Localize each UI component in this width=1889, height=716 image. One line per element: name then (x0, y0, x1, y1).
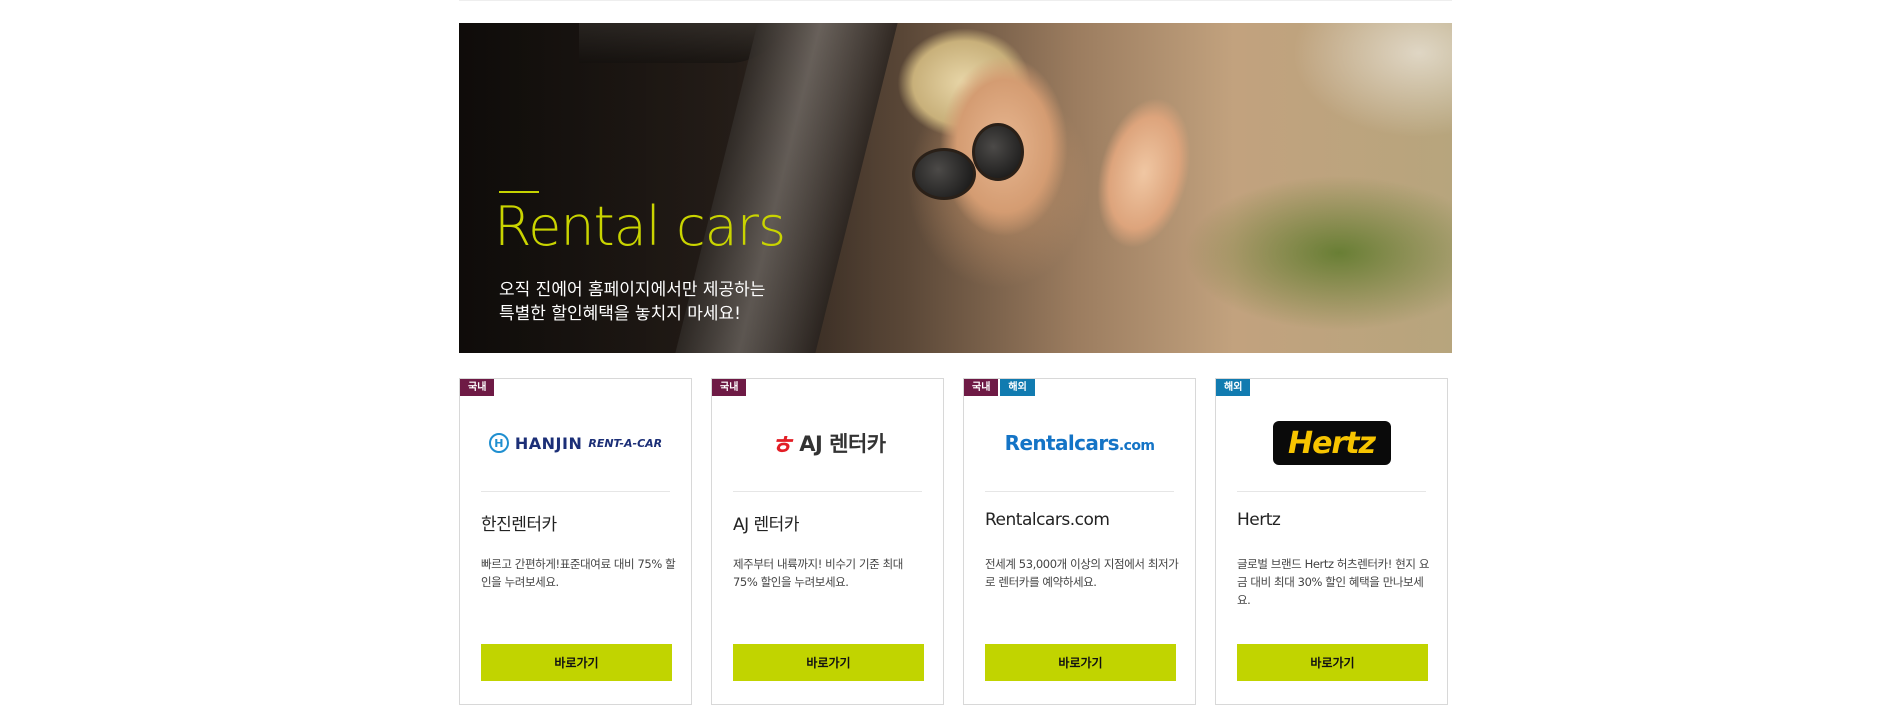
card-divider (985, 491, 1174, 492)
hero-photo-hand (1067, 67, 1221, 279)
card-title: AJ 렌터카 (733, 515, 799, 535)
hero-subtitle: 오직 진에어 홈페이지에서만 제공하는 특별한 할인혜택을 놓치지 마세요! (499, 278, 765, 326)
rental-card-hanjin: 국내 H HANJIN RENT-A-CAR 한진렌터카 빠르고 간편하게!표준… (459, 378, 692, 705)
go-button-aj[interactable]: 바로가기 (733, 644, 924, 681)
rentalcars-logo-text: Rentalcars (1004, 431, 1120, 455)
rental-card-hertz: 해외 Hertz Hertz 글로벌 브랜드 Hertz 허츠렌터카! 현지 요… (1215, 378, 1448, 705)
rental-card-aj: 국내 ㅎ AJ 렌터카 AJ 렌터카 제주부터 내륙까지! 비수기 기준 최대 … (711, 378, 944, 705)
aj-logo: ㅎ AJ 렌터카 (712, 419, 943, 467)
hertz-logo: Hertz (1216, 419, 1447, 467)
badge-overseas: 해외 (1000, 379, 1035, 396)
hero-subtitle-line: 오직 진에어 홈페이지에서만 제공하는 (499, 280, 766, 300)
rentalcars-logo: Rentalcars.com (964, 419, 1195, 467)
hanjin-logo-text: HANJIN (514, 433, 583, 453)
hero-photo-sunglasses (972, 123, 1024, 181)
hero-subtitle-line: 특별한 할인혜택을 놓치지 마세요! (499, 304, 741, 324)
card-divider (1237, 491, 1426, 492)
hanjin-logo: H HANJIN RENT-A-CAR (460, 419, 691, 467)
card-title: 한진렌터카 (481, 515, 557, 535)
go-button-hertz[interactable]: 바로가기 (1237, 644, 1428, 681)
card-title: Hertz (1237, 510, 1281, 530)
hero-accent-line (499, 191, 539, 193)
badge-overseas: 해외 (1216, 379, 1251, 396)
hero-title: Rental cars (494, 195, 786, 258)
badge-domestic: 국내 (712, 379, 747, 396)
aj-logo-mark: ㅎ (769, 430, 794, 461)
aj-logo-text: AJ 렌터카 (799, 432, 886, 456)
card-divider (481, 491, 670, 492)
hero-banner: Rental cars 오직 진에어 홈페이지에서만 제공하는 특별한 할인혜택… (459, 23, 1452, 353)
card-badges: 해외 (1216, 379, 1251, 396)
card-title: Rentalcars.com (985, 510, 1110, 530)
go-button-rentalcars[interactable]: 바로가기 (985, 644, 1176, 681)
card-divider (733, 491, 922, 492)
card-description: 글로벌 브랜드 Hertz 허츠렌터카! 현지 요금 대비 최대 30% 할인 … (1237, 557, 1430, 607)
rental-card-rentalcars: 국내 해외 Rentalcars.com Rentalcars.com 전세계 … (963, 378, 1196, 705)
hertz-logo-text: Hertz (1287, 425, 1376, 461)
card-description: 빠르고 간편하게!표준대여료 대비 75% 할인을 누려보세요. (481, 557, 676, 589)
badge-domestic: 국내 (964, 379, 999, 396)
top-divider (459, 0, 1452, 1)
card-description: 제주부터 내륙까지! 비수기 기준 최대 75% 할인을 누려보세요. (733, 557, 903, 589)
hero-photo-sunglasses (912, 148, 976, 200)
card-badges: 국내 (712, 379, 747, 396)
rentalcars-logo-suffix: .com (1118, 438, 1155, 454)
card-badges: 국내 (460, 379, 495, 396)
card-description: 전세계 53,000개 이상의 지점에서 최저가로 렌터카를 예약하세요. (985, 557, 1179, 589)
card-badges: 국내 해외 (964, 379, 1035, 396)
hanjin-logo-sub: RENT-A-CAR (588, 436, 663, 450)
badge-domestic: 국내 (460, 379, 495, 396)
go-button-hanjin[interactable]: 바로가기 (481, 644, 672, 681)
hanjin-logo-mark: H (488, 433, 509, 453)
